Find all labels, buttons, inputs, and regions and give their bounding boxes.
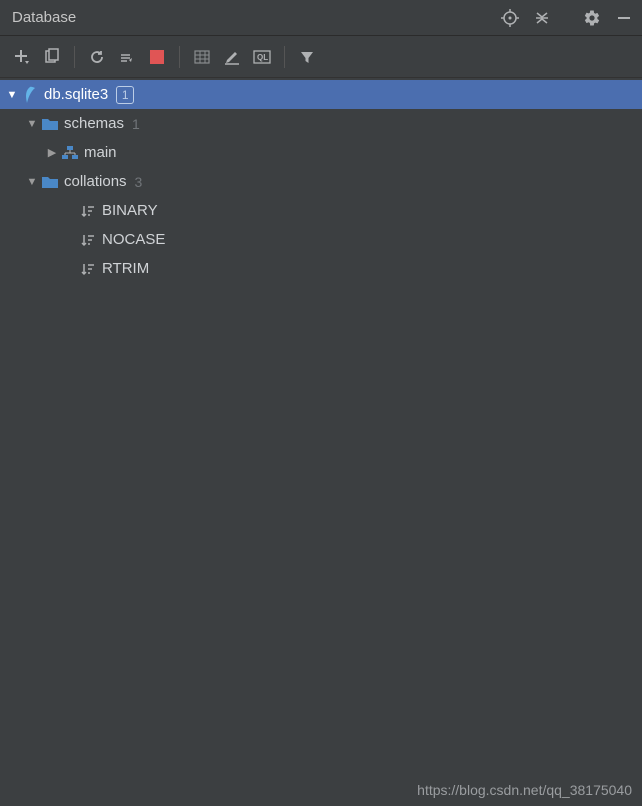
tree-node-collation[interactable]: RTRIM <box>0 254 642 283</box>
toolbar-separator <box>74 46 75 68</box>
sort-icon <box>78 202 98 220</box>
tree-node-collation[interactable]: BINARY <box>0 196 642 225</box>
filter-icon[interactable] <box>293 43 321 71</box>
sort-icon <box>78 231 98 249</box>
console-icon[interactable]: QL <box>248 43 276 71</box>
node-label: main <box>84 144 117 161</box>
folder-icon <box>40 173 60 191</box>
sort-icon <box>78 260 98 278</box>
panel-title: Database <box>12 9 76 26</box>
collapse-icon[interactable] <box>530 6 554 30</box>
tree-node-schema-main[interactable]: main <box>0 138 642 167</box>
node-count: 1 <box>132 116 140 132</box>
sqlite-icon <box>20 86 40 104</box>
stop-icon[interactable] <box>143 43 171 71</box>
chevron-down-icon[interactable] <box>24 118 40 130</box>
header-actions <box>498 6 636 30</box>
panel-header: Database <box>0 0 642 36</box>
tree-node-collations[interactable]: collations 3 <box>0 167 642 196</box>
tree-node-collation[interactable]: NOCASE <box>0 225 642 254</box>
folder-icon <box>40 115 60 133</box>
toolbar: QL <box>0 36 642 78</box>
count-badge: 1 <box>116 86 134 104</box>
settings-icon[interactable] <box>580 6 604 30</box>
table-icon[interactable] <box>188 43 216 71</box>
toolbar-separator <box>179 46 180 68</box>
node-label: db.sqlite3 <box>44 86 108 103</box>
node-label: RTRIM <box>102 260 149 277</box>
node-label: BINARY <box>102 202 158 219</box>
tree-node-datasource[interactable]: db.sqlite3 1 <box>0 80 642 109</box>
svg-text:QL: QL <box>257 53 268 62</box>
node-label: NOCASE <box>102 231 165 248</box>
sync-icon[interactable] <box>113 43 141 71</box>
hide-icon[interactable] <box>612 6 636 30</box>
chevron-right-icon[interactable] <box>44 146 60 159</box>
node-count: 3 <box>135 174 143 190</box>
edit-icon[interactable] <box>218 43 246 71</box>
database-tree: db.sqlite3 1 schemas 1 main collations 3… <box>0 78 642 283</box>
tree-node-schemas[interactable]: schemas 1 <box>0 109 642 138</box>
schema-icon <box>60 144 80 162</box>
node-label: schemas <box>64 115 124 132</box>
watermark: https://blog.csdn.net/qq_38175040 <box>417 782 632 798</box>
duplicate-icon[interactable] <box>38 43 66 71</box>
toolbar-separator <box>284 46 285 68</box>
target-icon[interactable] <box>498 6 522 30</box>
chevron-down-icon[interactable] <box>24 176 40 188</box>
node-label: collations <box>64 173 127 190</box>
add-icon[interactable] <box>8 43 36 71</box>
refresh-icon[interactable] <box>83 43 111 71</box>
chevron-down-icon[interactable] <box>4 89 20 101</box>
